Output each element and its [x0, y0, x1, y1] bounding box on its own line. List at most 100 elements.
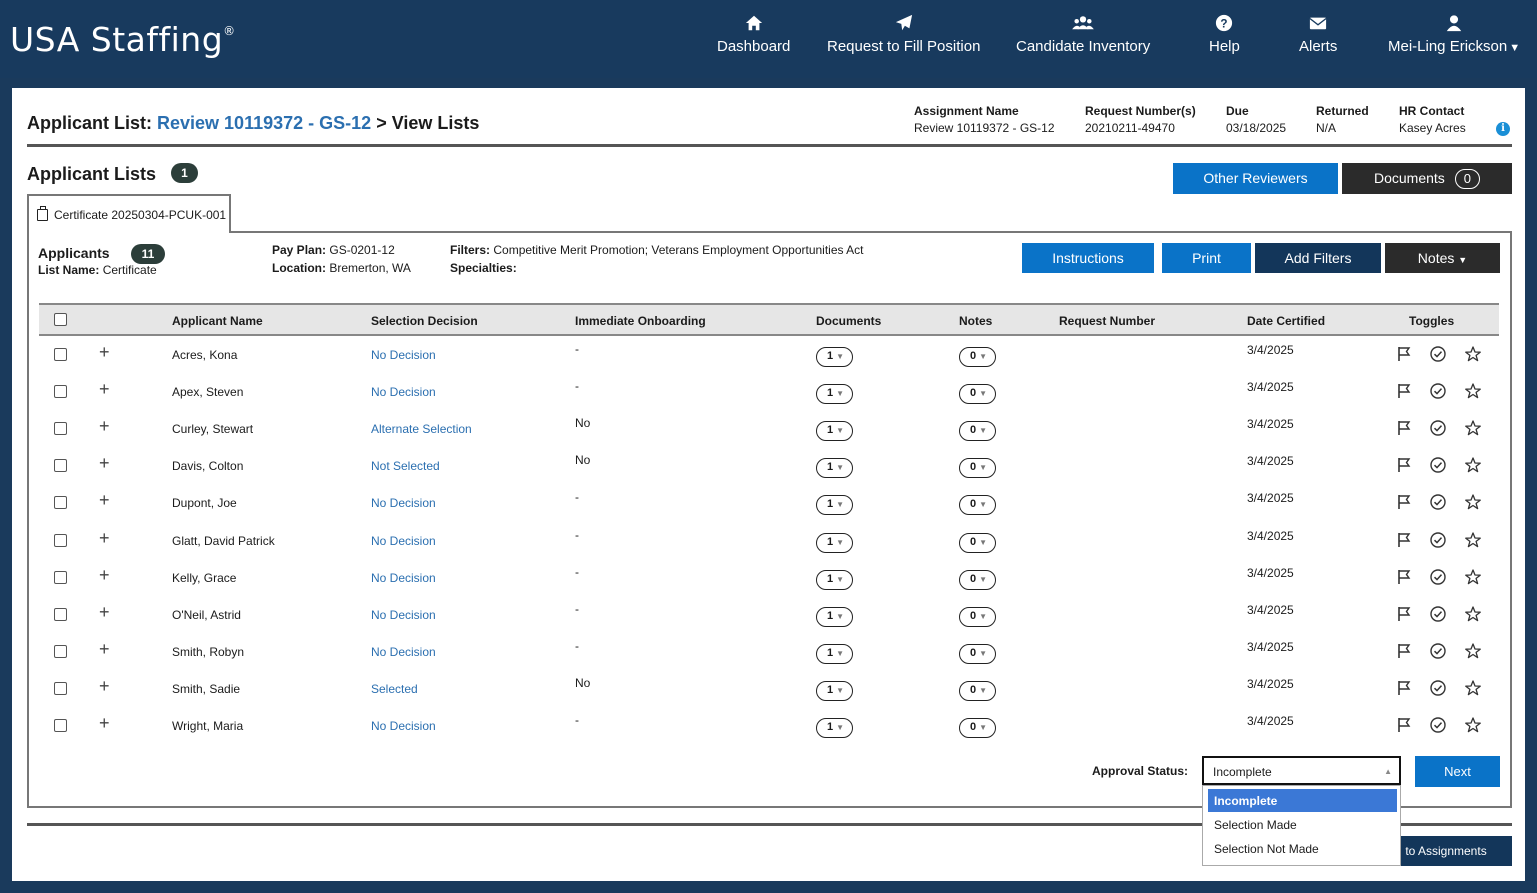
tab-certificate[interactable]: Certificate 20250304-PCUK-001: [27, 194, 231, 233]
expand-plus-icon[interactable]: +: [99, 343, 110, 361]
documents-count: 0: [1454, 169, 1481, 189]
header-notes[interactable]: Notes: [959, 314, 992, 328]
selection-decision-link[interactable]: No Decision: [371, 534, 436, 548]
documents-count-dropdown[interactable]: 1 ▼: [816, 458, 853, 479]
header-request-number[interactable]: Request Number: [1059, 314, 1155, 328]
print-button[interactable]: Print: [1162, 243, 1251, 273]
row-checkbox[interactable]: [54, 385, 67, 399]
selection-decision-link[interactable]: No Decision: [371, 348, 436, 362]
info-icon[interactable]: i: [1496, 122, 1510, 136]
caret-down-icon: ▼: [979, 500, 988, 510]
expand-plus-icon[interactable]: +: [99, 454, 110, 472]
nav-dashboard[interactable]: Dashboard: [717, 14, 790, 55]
nav-alerts[interactable]: Alerts: [1299, 14, 1337, 55]
documents-count-dropdown[interactable]: 1 ▼: [816, 495, 853, 516]
selection-decision-link[interactable]: No Decision: [371, 719, 436, 733]
notes-count-dropdown[interactable]: 0 ▼: [959, 606, 996, 627]
assignment-link[interactable]: Review 10119372 - GS-12: [157, 113, 371, 133]
documents-count-dropdown[interactable]: 1 ▼: [816, 606, 853, 627]
expand-plus-icon[interactable]: +: [99, 491, 110, 509]
applicant-name[interactable]: Smith, Sadie: [172, 682, 240, 696]
documents-count-dropdown[interactable]: 1 ▼: [816, 569, 853, 590]
documents-button[interactable]: Documents 0: [1342, 163, 1512, 194]
row-checkbox[interactable]: [54, 607, 67, 621]
selection-decision-link[interactable]: No Decision: [371, 608, 436, 622]
row-checkbox[interactable]: [54, 348, 67, 361]
notes-count-dropdown[interactable]: 0 ▼: [959, 458, 996, 479]
expand-plus-icon[interactable]: +: [99, 417, 110, 435]
documents-count-dropdown[interactable]: 1 ▼: [816, 384, 853, 405]
expand-plus-icon[interactable]: +: [99, 566, 110, 584]
header-documents[interactable]: Documents: [816, 314, 881, 328]
header-selection-decision[interactable]: Selection Decision: [371, 314, 478, 328]
row-checkbox[interactable]: [54, 719, 67, 732]
documents-count-dropdown[interactable]: 1 ▼: [816, 643, 853, 664]
row-checkbox[interactable]: [54, 681, 67, 695]
row-checkbox[interactable]: [54, 644, 67, 658]
option-selection-not-made[interactable]: Selection Not Made: [1208, 837, 1397, 860]
applicant-name[interactable]: Dupont, Joe: [172, 496, 237, 510]
expand-plus-icon[interactable]: +: [99, 603, 110, 621]
applicant-name[interactable]: Curley, Stewart: [172, 422, 253, 436]
nav-request-to-fill[interactable]: Request to Fill Position: [827, 14, 980, 55]
documents-count-dropdown[interactable]: 1 ▼: [816, 680, 853, 701]
notes-count-dropdown[interactable]: 0 ▼: [959, 384, 996, 405]
selection-decision-link[interactable]: No Decision: [371, 571, 436, 585]
selection-decision-link[interactable]: No Decision: [371, 385, 436, 399]
row-checkbox[interactable]: [54, 422, 67, 436]
selection-decision-link[interactable]: No Decision: [371, 496, 436, 510]
header-applicant-name[interactable]: Applicant Name: [172, 314, 263, 328]
option-selection-made[interactable]: Selection Made: [1208, 813, 1397, 836]
expand-plus-icon[interactable]: +: [99, 640, 110, 658]
other-reviewers-button[interactable]: Other Reviewers: [1173, 163, 1338, 194]
user-menu[interactable]: Mei-Ling Erickson ▼: [1388, 14, 1520, 55]
notes-count-dropdown[interactable]: 0 ▼: [959, 421, 996, 442]
option-incomplete[interactable]: Incomplete: [1208, 789, 1397, 812]
selection-decision-link[interactable]: Not Selected: [371, 459, 440, 473]
row-checkbox[interactable]: [54, 496, 67, 510]
documents-count-dropdown[interactable]: 1 ▼: [816, 718, 853, 738]
documents-count-dropdown[interactable]: 1 ▼: [816, 532, 853, 553]
documents-count-dropdown[interactable]: 1 ▼: [816, 421, 853, 442]
selection-decision-link[interactable]: Selected: [371, 682, 418, 696]
applicant-name[interactable]: Smith, Robyn: [172, 645, 244, 659]
documents-count-dropdown[interactable]: 1 ▼: [816, 347, 853, 367]
notes-count-dropdown[interactable]: 0 ▼: [959, 643, 996, 664]
nav-help[interactable]: ? Help: [1209, 14, 1240, 55]
hr-contact-meta: HR Contact Kasey Acres: [1399, 104, 1466, 135]
select-all-checkbox[interactable]: [54, 313, 67, 326]
usa-staffing-logo[interactable]: USA Staffing®: [10, 20, 236, 59]
notes-dropdown-button[interactable]: Notes ▼: [1385, 243, 1500, 273]
row-checkbox[interactable]: [54, 533, 67, 547]
expand-plus-icon[interactable]: +: [99, 677, 110, 695]
notes-count-dropdown[interactable]: 0 ▼: [959, 718, 996, 738]
nav-candidate-inventory[interactable]: Candidate Inventory: [1016, 14, 1150, 55]
notes-count-dropdown[interactable]: 0 ▼: [959, 532, 996, 553]
applicant-name[interactable]: Glatt, David Patrick: [172, 534, 275, 548]
selection-decision-link[interactable]: Alternate Selection: [371, 422, 472, 436]
row-checkbox[interactable]: [54, 570, 67, 584]
applicant-name[interactable]: Apex, Steven: [172, 385, 243, 399]
notes-count-dropdown[interactable]: 0 ▼: [959, 347, 996, 367]
notes-count-dropdown[interactable]: 0 ▼: [959, 495, 996, 516]
applicant-name[interactable]: Kelly, Grace: [172, 571, 236, 585]
expand-plus-icon[interactable]: +: [99, 714, 110, 732]
header-immediate-onboarding[interactable]: Immediate Onboarding: [575, 314, 706, 328]
selection-decision-link[interactable]: No Decision: [371, 645, 436, 659]
notes-count-dropdown[interactable]: 0 ▼: [959, 569, 996, 590]
approval-status-select[interactable]: Incomplete ▲: [1202, 756, 1401, 785]
applicant-name[interactable]: O'Neil, Astrid: [172, 608, 241, 622]
add-filters-button[interactable]: Add Filters: [1255, 243, 1381, 273]
applicant-name[interactable]: Wright, Maria: [172, 719, 243, 733]
expand-plus-icon[interactable]: +: [99, 529, 110, 547]
applicant-name[interactable]: Acres, Kona: [172, 348, 237, 362]
applicant-name[interactable]: Davis, Colton: [172, 459, 243, 473]
instructions-button[interactable]: Instructions: [1022, 243, 1154, 273]
table-row: + Wright, Maria No Decision - 1 ▼ 0 ▼ 3/4/2025: [39, 711, 1499, 748]
row-checkbox[interactable]: [54, 459, 67, 473]
next-button[interactable]: Next: [1415, 756, 1500, 787]
expand-plus-icon[interactable]: +: [99, 380, 110, 398]
pay-plan: Pay Plan: GS-0201-12: [272, 243, 395, 257]
header-date-certified[interactable]: Date Certified: [1247, 314, 1325, 328]
notes-count-dropdown[interactable]: 0 ▼: [959, 680, 996, 701]
